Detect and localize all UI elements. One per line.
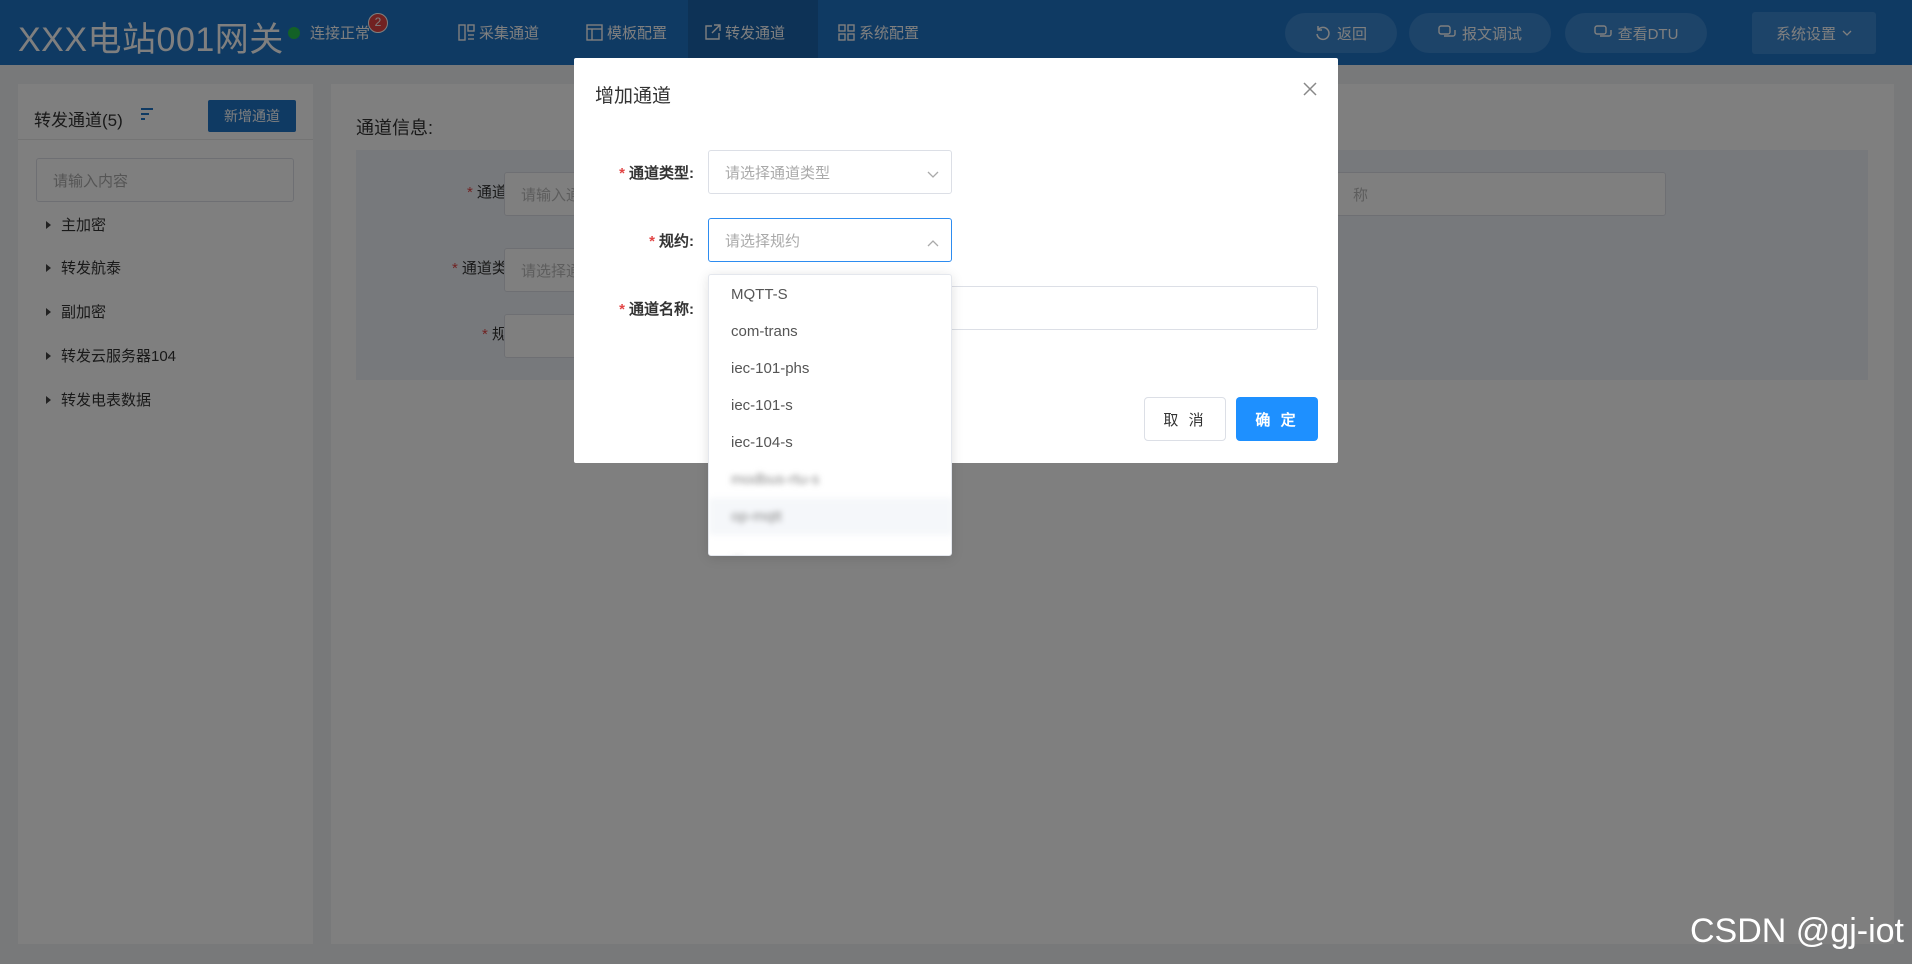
dialog-protocol-label: * 规约: [649,233,694,250]
dialog-protocol-select[interactable]: 请选择规约 [708,218,952,262]
channel-type-placeholder: 请选择通道类型 [725,164,831,182]
dropdown-option[interactable]: com-trans [709,313,951,350]
dropdown-option[interactable]: op-mqtt [709,498,951,535]
dropdown-option[interactable]: iec-101-phs [709,350,951,387]
dialog-channel-type-label: * 通道类型: [619,165,694,182]
cancel-button[interactable]: 取 消 [1144,397,1226,441]
confirm-button[interactable]: 确 定 [1236,397,1318,441]
protocol-dropdown: MQTT-S com-trans iec-101-phs iec-101-s i… [708,274,952,556]
dropdown-option[interactable]: MQTT-S [709,276,951,313]
dialog-title: 增加通道 [595,86,672,107]
close-icon[interactable] [1303,82,1321,100]
add-channel-dialog: 增加通道 * 通道类型: 请选择通道类型 * 规约: 请选择规约 * 通道名称: 取 … [574,58,1338,463]
chevron-down-icon [927,166,939,183]
dialog-channel-name-label: * 通道名称: [619,301,694,318]
dropdown-option[interactable]: modbus-rtu-s [709,461,951,498]
chevron-up-icon [927,234,939,251]
dialog-channel-type-select[interactable]: 请选择通道类型 [708,150,952,194]
dropdown-option[interactable]: iec-104-s [709,424,951,461]
watermark: CSDN @gj-iot [1690,912,1904,950]
dropdown-option[interactable]: iec-101-s [709,387,951,424]
dropdown-option[interactable]: ... [709,535,951,555]
protocol-placeholder: 请选择规约 [725,232,801,250]
